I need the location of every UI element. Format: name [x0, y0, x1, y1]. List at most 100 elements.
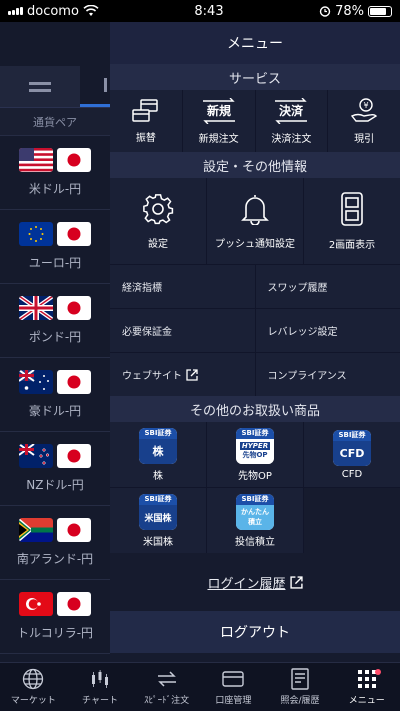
stock-app-button[interactable]: SBI証券株 株 [110, 422, 206, 487]
products-header: その他のお取扱い商品 [110, 396, 400, 422]
external-link-icon [289, 575, 303, 589]
tab-speed-order[interactable]: ｽﾋﾟｰﾄﾞ注文 [133, 663, 200, 711]
settings-header: 設定・その他情報 [110, 152, 400, 178]
website-label: ウェブサイト [122, 371, 182, 382]
settings-label: 設定 [148, 238, 168, 250]
notification-dot [374, 669, 381, 675]
signal-icon [8, 7, 23, 15]
view-tabs [0, 66, 110, 108]
carrier-label: docomo [27, 3, 79, 19]
japan-flag-icon [57, 370, 91, 394]
tab-menu[interactable]: メニュー [333, 663, 400, 711]
services-header: サービス [110, 64, 400, 90]
external-link-icon [186, 368, 198, 381]
japan-flag-icon [57, 518, 91, 542]
sbi-us-stock-icon: SBI証券 米国株 [139, 493, 177, 530]
leverage-settings-link[interactable]: レバレッジ設定 [255, 309, 400, 352]
pair-row[interactable]: 米ドル-円 [0, 136, 110, 210]
services-grid: 振替 新規 新規注文 決済 決済注文 ¥ 現引 [110, 90, 400, 152]
globe-icon [23, 668, 44, 690]
cfd-label: CFD [341, 468, 363, 480]
sbi-cfd-icon: SBI証券 CFD [333, 429, 371, 466]
pair-name: ユーロ-円 [28, 256, 82, 270]
us-flag-icon [19, 148, 53, 172]
economic-indicators-link[interactable]: 経済指標 [110, 265, 255, 308]
clock: 8:43 [194, 3, 224, 19]
tab-history[interactable]: 照会/履歴 [267, 663, 334, 711]
tab-label: ｽﾋﾟｰﾄﾞ注文 [144, 696, 190, 706]
swap-history-link[interactable]: スワップ履歴 [255, 265, 400, 308]
sbi-fund-savings-icon: SBI証券 かんたん 積立 [236, 493, 274, 530]
tab-label: メニュー [348, 696, 385, 706]
required-margin-link[interactable]: 必要保証金 [110, 309, 255, 352]
fund-savings-app-button[interactable]: SBI証券 かんたん 積立 投信積立 [207, 488, 303, 553]
list-view-tab[interactable] [0, 66, 80, 107]
settle-order-label: 決済注文 [271, 133, 312, 145]
new-order-button[interactable]: 新規 新規注文 [182, 90, 255, 152]
pair-row[interactable]: ユーロ-円 [0, 210, 110, 284]
new-order-icon: 新規 [202, 97, 235, 124]
transfer-button[interactable]: 振替 [110, 90, 182, 152]
pair-name: NZドル-円 [26, 478, 84, 492]
panel-icon [104, 78, 107, 92]
pair-name: 米ドル-円 [28, 182, 82, 196]
menu-title: メニュー [110, 22, 400, 64]
pair-row[interactable]: ポンド-円 [0, 284, 110, 358]
sbi-futures-icon: SBI証券 HYPER 先物OP [236, 427, 274, 464]
logout-button[interactable]: ログアウト [110, 611, 400, 653]
pair-name: トルコリラ-円 [16, 626, 94, 640]
pair-row[interactable]: NZドル-円 [0, 432, 110, 506]
bell-icon [241, 194, 269, 225]
settings-button[interactable]: 設定 [110, 178, 206, 264]
status-bar: docomo 8:43 78% [0, 0, 400, 22]
wifi-icon [83, 5, 99, 16]
compliance-link[interactable]: コンプライアンス [255, 353, 400, 396]
grid-view-tab[interactable] [80, 66, 110, 107]
tab-label: チャート [82, 696, 118, 706]
new-order-label: 新規注文 [198, 133, 239, 145]
japan-flag-icon [57, 222, 91, 246]
settle-order-icon: 決済 [275, 97, 308, 124]
split-screen-button[interactable]: 2画面表示 [304, 178, 400, 264]
alarm-icon [319, 6, 331, 17]
pair-row[interactable]: トルコリラ-円 [0, 580, 110, 654]
empty-slot [304, 488, 400, 553]
us-stock-label: 米国株 [143, 536, 173, 548]
australia-flag-icon [19, 370, 53, 394]
background-rate-list: 通貨ペア 米ドル-円 ユーロ-円 ポンド-円 豪ドル-円 NZドル-円 南アラン… [0, 22, 110, 662]
pair-name: ポンド-円 [28, 330, 82, 344]
new-zealand-flag-icon [19, 444, 53, 468]
futures-options-app-button[interactable]: SBI証券 HYPER 先物OP 先物OP [207, 422, 303, 487]
status-left: docomo [8, 4, 99, 19]
delivery-button[interactable]: ¥ 現引 [328, 90, 400, 152]
bottom-tab-bar: マーケット チャート ｽﾋﾟｰﾄﾞ注文 口座管理 照会/履歴 メニュー [0, 662, 400, 711]
website-link[interactable]: ウェブサイト [110, 353, 255, 396]
tab-market[interactable]: マーケット [0, 663, 67, 711]
us-stock-app-button[interactable]: SBI証券 米国株 米国株 [110, 488, 206, 553]
login-history-link[interactable]: ログイン履歴 [110, 553, 400, 611]
futures-options-label: 先物OP [238, 470, 272, 482]
tab-chart[interactable]: チャート [67, 663, 134, 711]
settings-links: 経済指標 スワップ履歴 必要保証金 レバレッジ設定 ウェブサイト コンプライアン… [110, 264, 400, 396]
settle-order-button[interactable]: 決済 決済注文 [255, 90, 328, 152]
push-notification-button[interactable]: プッシュ通知設定 [207, 178, 303, 264]
pair-row[interactable]: 南アランド-円 [0, 506, 110, 580]
battery-icon [367, 5, 392, 17]
pair-section-label: 通貨ペア [0, 108, 110, 136]
candlestick-icon [92, 670, 108, 688]
tab-label: 口座管理 [215, 696, 252, 706]
south-africa-flag-icon [19, 518, 53, 542]
tab-label: 照会/履歴 [280, 696, 320, 706]
split-screen-label: 2画面表示 [328, 239, 376, 251]
gear-icon [143, 193, 174, 224]
fund-savings-label: 投信積立 [235, 536, 275, 548]
japan-flag-icon [57, 592, 91, 616]
turkey-flag-icon [19, 592, 53, 616]
battery-percent: 78% [335, 3, 364, 19]
cfd-app-button[interactable]: SBI証券 CFD CFD [304, 422, 400, 487]
uk-flag-icon [19, 296, 53, 320]
tab-account[interactable]: 口座管理 [200, 663, 267, 711]
document-icon [291, 668, 309, 690]
pair-row[interactable]: 豪ドル-円 [0, 358, 110, 432]
pair-name: 南アランド-円 [16, 552, 94, 566]
